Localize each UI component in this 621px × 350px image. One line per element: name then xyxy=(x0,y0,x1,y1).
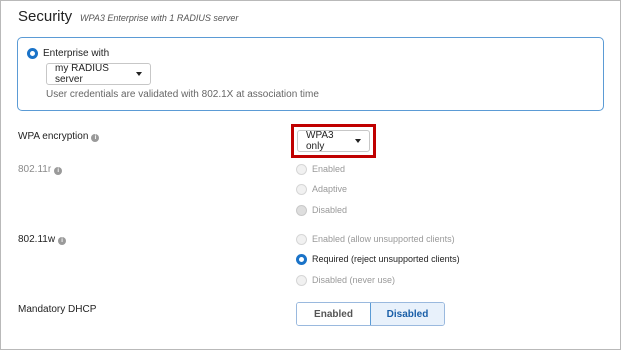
r80211-disabled-label: Disabled xyxy=(312,205,348,215)
section-subtitle: WPA3 Enterprise with 1 RADIUS server xyxy=(80,13,239,23)
radius-server-select[interactable]: my RADIUS server xyxy=(46,63,151,85)
r80211-enabled-radio[interactable] xyxy=(296,164,307,175)
enterprise-radio[interactable] xyxy=(27,48,38,59)
enterprise-label: Enterprise with xyxy=(43,48,110,59)
r80211-disabled-radio[interactable] xyxy=(296,205,307,216)
r80211-adaptive-radio[interactable] xyxy=(296,184,307,195)
w80211-required-radio[interactable] xyxy=(296,254,307,265)
section-title: Security xyxy=(18,8,73,25)
dhcp-enabled-button[interactable]: Enabled xyxy=(297,303,370,325)
w80211-enabled-label: Enabled (allow unsupported clients) xyxy=(312,234,455,244)
chevron-down-icon xyxy=(136,72,142,76)
wpa-encryption-select[interactable]: WPA3 only xyxy=(297,130,370,152)
w80211-disabled-label: Disabled (never use) xyxy=(312,275,396,285)
w80211-required-label: Required (reject unsupported clients) xyxy=(312,254,460,264)
wpa-encryption-label-text: WPA encryption xyxy=(18,131,89,142)
info-icon[interactable]: i xyxy=(58,237,67,245)
mandatory-dhcp-toggle: Enabled Disabled xyxy=(296,302,445,326)
r80211-label-text: 802.11r xyxy=(18,164,52,175)
radius-server-select-value: my RADIUS server xyxy=(55,63,109,85)
info-icon[interactable]: i xyxy=(91,134,100,142)
mandatory-dhcp-label: Mandatory DHCP xyxy=(18,304,97,315)
wpa-encryption-label: WPA encryption i xyxy=(18,131,100,142)
dhcp-disabled-button[interactable]: Disabled xyxy=(370,303,444,325)
r80211-enabled-label: Enabled xyxy=(312,164,346,174)
info-icon[interactable]: i xyxy=(54,167,63,175)
r80211-label: 802.11r i xyxy=(18,164,63,175)
r80211-adaptive-label: Adaptive xyxy=(312,184,348,194)
w80211-label-text: 802.11w xyxy=(18,234,56,245)
enterprise-description: User credentials are validated with 802.… xyxy=(46,89,319,100)
w80211-enabled-radio[interactable] xyxy=(296,234,307,245)
w80211-disabled-radio[interactable] xyxy=(296,275,307,286)
wpa-encryption-select-value: WPA3 only xyxy=(306,130,334,152)
chevron-down-icon xyxy=(355,139,361,143)
w80211-label: 802.11w i xyxy=(18,234,67,245)
